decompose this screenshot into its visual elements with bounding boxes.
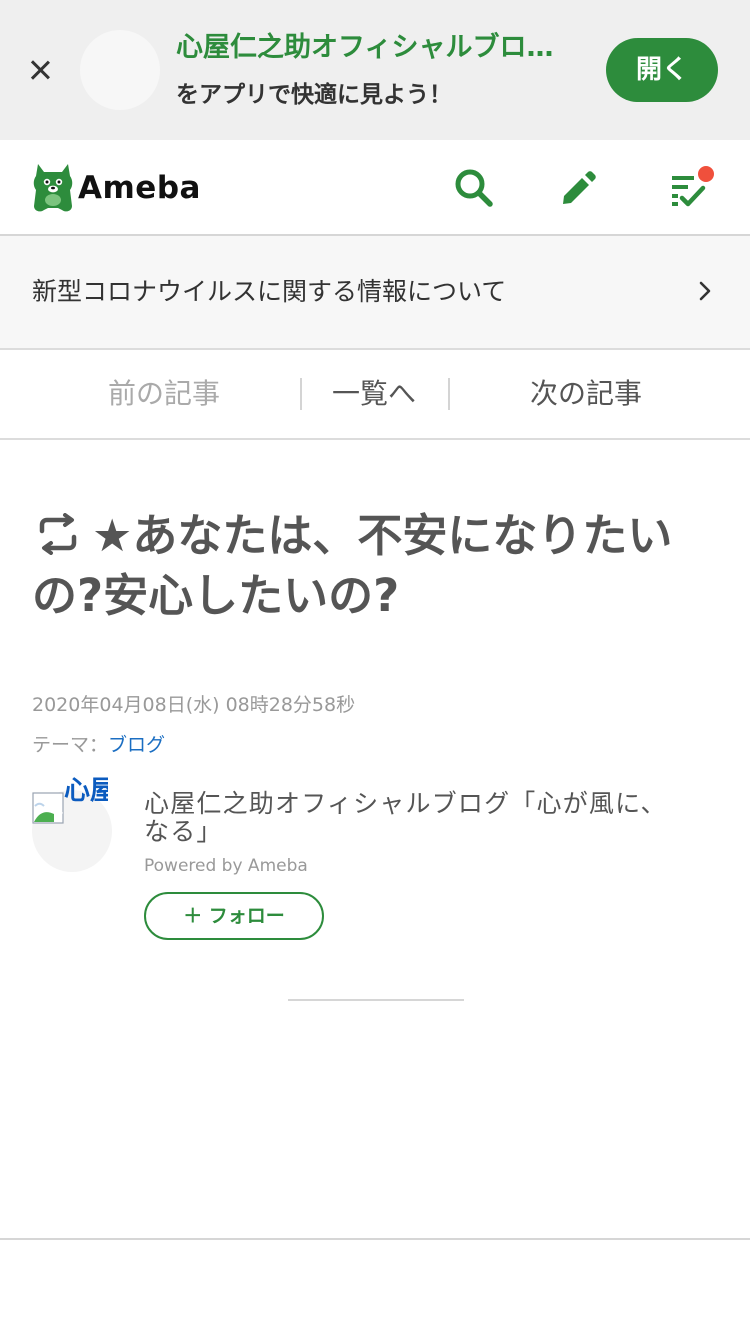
reblog-icon	[39, 513, 77, 555]
section-divider	[0, 1238, 750, 1240]
banner-subtitle: をアプリで快適に見よう！	[176, 82, 452, 108]
info-bar-text: 新型コロナウイルスに関する情報について	[32, 277, 507, 306]
next-article-link[interactable]: 次の記事	[530, 374, 642, 414]
article-list-link[interactable]: 一覧へ	[332, 374, 416, 414]
ameba-logo[interactable]: Ameba	[32, 162, 201, 214]
theme-label: テーマ：	[32, 734, 109, 756]
blog-avatar	[80, 30, 160, 110]
theme-link[interactable]: ブログ	[108, 734, 165, 756]
nav-divider	[448, 378, 450, 410]
pencil-icon[interactable]	[556, 166, 600, 210]
chevron-right-icon	[699, 281, 711, 301]
article-navigation: 前の記事 一覧へ 次の記事	[0, 350, 750, 440]
close-icon[interactable]	[22, 52, 58, 88]
notification-dot	[698, 166, 714, 182]
article-theme: テーマ：ブログ	[32, 730, 165, 760]
covid-info-link[interactable]: 新型コロナウイルスに関する情報について	[0, 236, 750, 350]
search-icon[interactable]	[452, 166, 496, 210]
avatar-alt-text: 心屋仁之助	[64, 776, 108, 806]
blog-name-link[interactable]: 心屋仁之助オフィシャルブログ「心が風に、なる」	[144, 790, 684, 846]
open-app-button[interactable]: 開く	[606, 38, 718, 102]
logo-text: Ameba	[78, 170, 201, 206]
article-title-block: ★あなたは、不安になりたいの?安心したいの?	[32, 506, 722, 626]
nav-divider	[300, 378, 302, 410]
site-header: Ameba	[0, 140, 750, 236]
prev-article-link[interactable]: 前の記事	[108, 374, 220, 414]
banner-blog-title: 心屋仁之助オフィシャルブロ…	[176, 32, 554, 63]
follow-button[interactable]: ＋ フォロー	[144, 892, 324, 940]
article-title: ★あなたは、不安になりたいの?安心したいの?	[32, 509, 673, 622]
broken-image-icon	[32, 792, 64, 824]
powered-by-text: Powered by Ameba	[144, 856, 308, 876]
article-date: 2020年04月08日(水) 08時28分58秒	[32, 694, 356, 716]
app-download-banner: 心屋仁之助オフィシャルブロ… をアプリで快適に見よう！ 開く	[0, 0, 750, 140]
ameba-mascot-icon	[33, 164, 73, 212]
content-divider	[288, 999, 464, 1001]
